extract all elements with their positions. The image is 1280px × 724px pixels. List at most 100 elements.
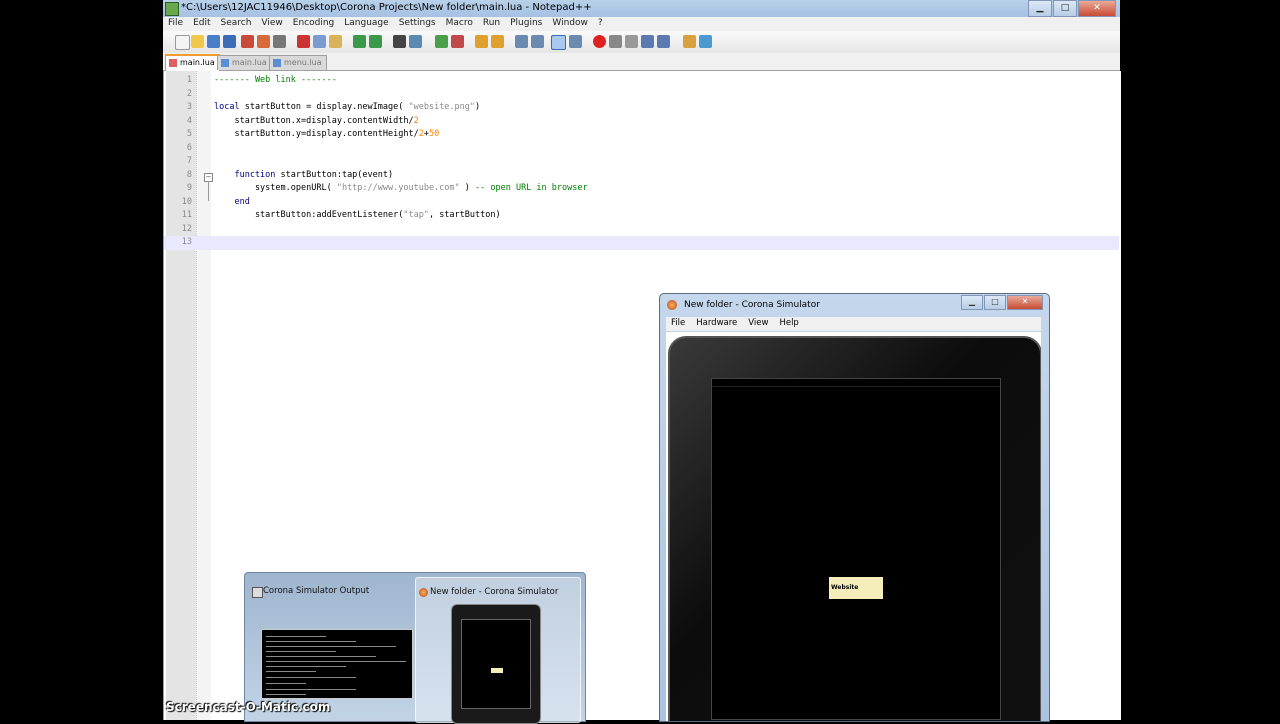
indent-guide-icon[interactable] <box>551 35 566 50</box>
code-text: ------- Web link ------- <box>214 75 337 85</box>
code-line: 2 <box>164 88 1119 102</box>
doc-map-icon[interactable] <box>569 35 582 48</box>
code-text: startButton:addEventListener("tap", star… <box>214 210 501 220</box>
console-thumbnail <box>261 629 413 699</box>
code-text: end <box>214 196 250 207</box>
line-number: 4 <box>186 115 192 126</box>
menu-macro[interactable]: Macro <box>441 17 478 31</box>
saved-file-icon <box>221 59 229 67</box>
sim-minimize-button[interactable]: ▁ <box>961 295 983 310</box>
corona-icon <box>667 300 677 310</box>
menu-run[interactable]: Run <box>478 17 505 31</box>
watermark: Screencast-O-Matic.com <box>166 700 331 714</box>
code-line: 12 <box>164 223 1119 237</box>
zoom-out-icon[interactable] <box>451 35 464 48</box>
line-number: 5 <box>186 129 192 139</box>
sim-close-button[interactable]: ✕ <box>1007 295 1043 310</box>
menu-file[interactable]: File <box>163 17 188 31</box>
code-text: function startButton:tap(event) <box>214 169 394 180</box>
record-macro-icon[interactable] <box>593 35 606 48</box>
close-button[interactable]: ✕ <box>1078 0 1116 17</box>
tab-bar: main.lua main.lua menu.lua <box>163 53 1120 72</box>
sim-menu-bar: File Hardware View Help <box>666 317 1041 331</box>
replace-icon[interactable] <box>409 35 422 48</box>
spellcheck-icon[interactable] <box>699 35 712 48</box>
title-bar[interactable]: *C:\Users\12JAC11946\Desktop\Corona Proj… <box>163 0 1120 17</box>
show-all-chars-icon[interactable] <box>531 35 544 48</box>
close-all-icon[interactable] <box>257 35 270 48</box>
tab-label: main.lua <box>232 58 267 67</box>
corona-icon <box>419 588 428 597</box>
line-number: 12 <box>181 223 192 234</box>
sim-viewport: Website <box>666 332 1041 721</box>
code-line: 6 <box>164 142 1119 156</box>
menu-edit[interactable]: Edit <box>188 17 215 31</box>
open-folder-icon[interactable] <box>191 35 204 48</box>
sim-maximize-button[interactable]: □ <box>984 295 1006 310</box>
saved-file-icon <box>273 59 281 67</box>
tab-main-lua-active[interactable]: main.lua <box>165 54 220 72</box>
save-icon[interactable] <box>207 35 220 48</box>
preview-corona-simulator[interactable]: New folder - Corona Simulator <box>415 577 581 724</box>
undo-icon[interactable] <box>353 35 366 48</box>
toolbar <box>163 31 1120 54</box>
tablet-thumbnail <box>451 604 541 724</box>
menu-search[interactable]: Search <box>216 17 257 31</box>
code-line: 10 end <box>164 196 1119 210</box>
cut-icon[interactable] <box>297 35 310 48</box>
line-number: 11 <box>181 210 192 220</box>
menu-window[interactable]: Window <box>547 17 593 31</box>
code-line: 7 <box>164 155 1119 169</box>
device-screen: Website <box>711 378 1001 720</box>
code-line: 11 startButton:addEventListener("tap", s… <box>164 209 1119 223</box>
save-all-icon[interactable] <box>223 35 236 48</box>
sync-vertical-icon[interactable] <box>475 35 488 48</box>
tab-main-lua[interactable]: main.lua <box>217 55 272 70</box>
sim-menu-help[interactable]: Help <box>774 317 804 331</box>
code-line: 8 function startButton:tap(event) <box>164 169 1119 183</box>
print-icon[interactable] <box>273 35 286 48</box>
line-number: 6 <box>186 142 192 153</box>
code-text: system.openURL( "http://www.youtube.com"… <box>214 183 588 193</box>
website-button[interactable]: Website <box>829 577 883 599</box>
tab-menu-lua[interactable]: menu.lua <box>269 55 327 70</box>
menu-help[interactable]: ? <box>593 17 608 31</box>
sim-menu-hardware[interactable]: Hardware <box>691 317 743 331</box>
notepadpp-icon <box>165 2 179 16</box>
code-line: 5 startButton.y=display.contentHeight/2+… <box>164 128 1119 142</box>
stop-macro-icon[interactable] <box>609 35 622 48</box>
sync-horizontal-icon[interactable] <box>491 35 504 48</box>
menu-plugins[interactable]: Plugins <box>505 17 547 31</box>
line-number: 3 <box>186 102 192 112</box>
menu-view[interactable]: View <box>256 17 287 31</box>
zoom-in-icon[interactable] <box>435 35 448 48</box>
line-number: 1 <box>186 75 192 85</box>
minimize-button[interactable]: ▁ <box>1028 0 1052 17</box>
unsaved-file-icon <box>169 59 177 67</box>
redo-icon[interactable] <box>369 35 382 48</box>
code-text: local startButton = display.newImage( "w… <box>214 102 481 112</box>
line-number: 2 <box>186 88 192 99</box>
tab-label: main.lua <box>180 58 215 67</box>
find-icon[interactable] <box>393 35 406 48</box>
menu-encoding[interactable]: Encoding <box>288 17 339 31</box>
sim-menu-view[interactable]: View <box>743 317 774 331</box>
plugin-icon[interactable] <box>683 35 696 48</box>
sim-menu-file[interactable]: File <box>666 317 691 331</box>
window-title: *C:\Users\12JAC11946\Desktop\Corona Proj… <box>181 2 592 13</box>
simulator-title: New folder - Corona Simulator <box>684 300 820 310</box>
copy-icon[interactable] <box>313 35 326 48</box>
new-file-icon[interactable] <box>175 35 190 50</box>
play-macro-icon[interactable] <box>625 35 638 48</box>
paste-icon[interactable] <box>329 35 342 48</box>
maximize-button[interactable]: □ <box>1053 0 1077 17</box>
menu-settings[interactable]: Settings <box>394 17 441 31</box>
run-macro-multiple-icon[interactable] <box>641 35 654 48</box>
save-macro-icon[interactable] <box>657 35 670 48</box>
line-number: 10 <box>181 196 192 207</box>
code-line: 4 startButton.x=display.contentWidth/2 <box>164 115 1119 129</box>
line-number: 13 <box>181 237 192 247</box>
close-file-icon[interactable] <box>241 35 254 48</box>
word-wrap-icon[interactable] <box>515 35 528 48</box>
menu-language[interactable]: Language <box>339 17 393 31</box>
